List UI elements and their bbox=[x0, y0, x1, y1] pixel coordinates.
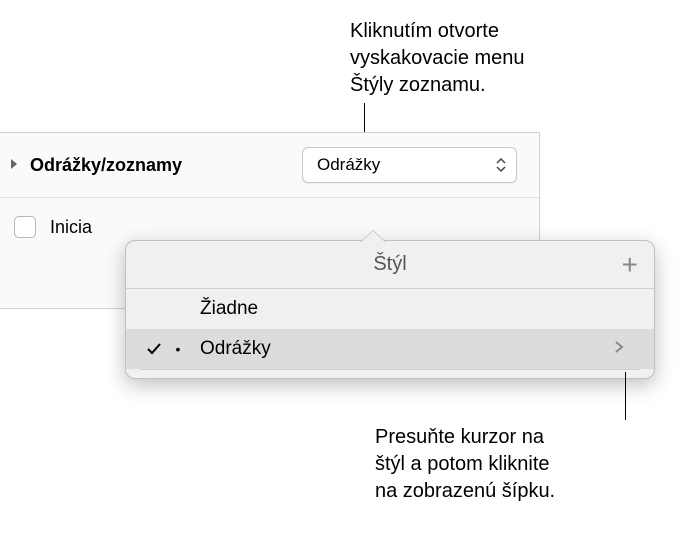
list-style-popup-button[interactable]: Odrážky bbox=[302, 147, 517, 183]
popover-footer-divider bbox=[140, 369, 640, 370]
bullet-preview: • bbox=[168, 341, 188, 357]
style-item-bullets[interactable]: • Odrážky bbox=[126, 329, 654, 369]
style-item-label: Odrážky bbox=[188, 338, 614, 360]
popup-arrows-icon bbox=[492, 154, 510, 176]
add-style-button[interactable]: + bbox=[622, 251, 638, 279]
callout-line-bottom bbox=[625, 372, 626, 420]
dropcap-checkbox[interactable] bbox=[14, 216, 36, 238]
style-item-label: Žiadne bbox=[188, 298, 614, 320]
callout-bottom-text: Presuňte kurzor na štýl a potom kliknite… bbox=[375, 426, 555, 502]
callout-top: Kliknutím otvorte vyskakovacie menu Štýl… bbox=[350, 18, 525, 99]
popover-style-list: Žiadne • Odrážky bbox=[126, 289, 654, 369]
dropcap-label: Inicia bbox=[50, 217, 92, 238]
popup-button-value: Odrážky bbox=[317, 155, 380, 175]
bullets-lists-row: Odrážky/zoznamy Odrážky bbox=[0, 133, 539, 198]
style-item-none[interactable]: Žiadne bbox=[126, 289, 654, 329]
popover-bottom-pad bbox=[126, 376, 654, 378]
callout-bottom: Presuňte kurzor na štýl a potom kliknite… bbox=[375, 424, 555, 505]
popover-header: Štýl + bbox=[126, 241, 654, 289]
style-popover: Štýl + Žiadne • Odrážky bbox=[125, 240, 655, 379]
popover-title: Štýl bbox=[373, 253, 406, 276]
disclosure-triangle-icon[interactable] bbox=[8, 158, 22, 172]
chevron-right-icon[interactable] bbox=[614, 338, 634, 360]
bullets-lists-label: Odrážky/zoznamy bbox=[30, 155, 302, 176]
callout-top-text: Kliknutím otvorte vyskakovacie menu Štýl… bbox=[350, 20, 525, 96]
checkmark-icon bbox=[140, 341, 168, 357]
